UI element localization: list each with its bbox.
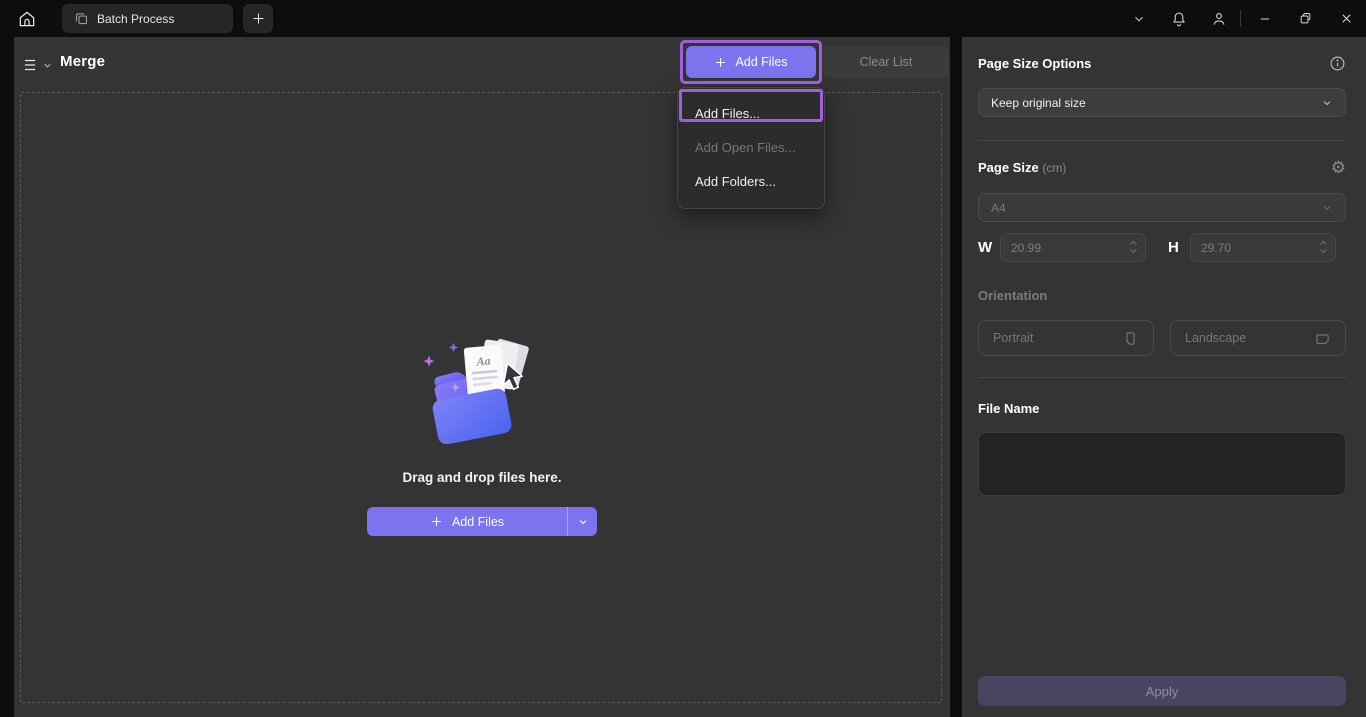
menu-item-add-open-files: Add Open Files...: [695, 139, 796, 155]
file-name-title: File Name: [978, 401, 1040, 416]
page-size-title: Page Size (cm): [978, 160, 1067, 175]
landscape-label: Landscape: [1185, 331, 1247, 345]
dropzone-content: Aa Drag and drop files here. Add Files: [21, 338, 943, 536]
height-label: H: [1168, 239, 1179, 256]
chevron-down-icon: [577, 516, 589, 528]
chevron-down-icon: [1132, 12, 1146, 26]
app-window: Batch Process Merge Add Files Clear List…: [0, 0, 1366, 717]
titlebar: Batch Process: [0, 0, 1366, 37]
page-title: Merge: [60, 53, 106, 70]
landscape-button: Landscape: [1170, 320, 1346, 356]
folder-files-illustration: Aa: [423, 338, 541, 444]
add-files-button-label: Add Files: [735, 55, 788, 69]
clear-list-button[interactable]: Clear List: [823, 46, 949, 78]
page-size-unit: (cm): [1042, 161, 1067, 175]
portrait-page-icon: [1122, 330, 1139, 347]
plus-icon: [714, 56, 727, 69]
apply-button-label: Apply: [1145, 683, 1179, 699]
dropzone-hint: Drag and drop files here.: [402, 470, 562, 485]
height-input: [1190, 233, 1336, 262]
plus-icon: [251, 11, 266, 26]
orientation-title: Orientation: [978, 288, 1048, 303]
chevron-down-icon: [1321, 202, 1333, 214]
notifications-button[interactable]: [1160, 0, 1198, 37]
landscape-page-icon: [1314, 330, 1331, 347]
close-icon: [1339, 11, 1354, 26]
restore-icon: [1298, 11, 1313, 26]
gear-icon: ⚙: [1330, 158, 1346, 177]
home-button[interactable]: [10, 3, 44, 34]
divider: [978, 377, 1346, 378]
chevron-down-icon: [1321, 97, 1333, 109]
person-icon: [1210, 10, 1228, 28]
account-button[interactable]: [1200, 0, 1238, 37]
svg-text:Aa: Aa: [475, 354, 491, 368]
bell-icon: [1170, 10, 1188, 28]
add-files-button[interactable]: Add Files: [686, 46, 816, 78]
new-tab-button[interactable]: [243, 4, 273, 33]
add-files-split-main[interactable]: Add Files: [367, 507, 567, 536]
page-size-options-title: Page Size Options: [978, 56, 1092, 71]
page-size-options-value: Keep original size: [991, 95, 1086, 110]
tab-title: Batch Process: [97, 11, 175, 26]
chevron-down-icon: [42, 60, 53, 71]
portrait-button: Portrait: [978, 320, 1154, 356]
height-stepper: [1319, 240, 1328, 254]
portrait-label: Portrait: [993, 331, 1034, 345]
restore-button[interactable]: [1286, 0, 1324, 37]
width-stepper: [1129, 240, 1138, 254]
batch-icon: [74, 11, 89, 26]
page-size-preset-value: A4: [991, 200, 1006, 215]
add-files-menu: Add Files... Add Open Files... Add Folde…: [677, 87, 825, 209]
divider: [978, 140, 1346, 141]
add-files-split-button[interactable]: Add Files: [367, 507, 597, 536]
info-icon[interactable]: [1329, 55, 1346, 72]
file-name-input[interactable]: [978, 432, 1346, 496]
add-files-split-arrow[interactable]: [567, 507, 597, 536]
close-button[interactable]: [1326, 0, 1366, 37]
titlebar-dropdown-button[interactable]: [1120, 0, 1158, 37]
titlebar-separator: [1240, 10, 1241, 27]
home-icon: [17, 9, 37, 29]
menu-item-add-folders[interactable]: Add Folders...: [678, 164, 824, 198]
page-size-options-select[interactable]: Keep original size: [978, 88, 1346, 117]
clear-list-button-label: Clear List: [859, 55, 913, 69]
page-size-preset-select: A4: [978, 193, 1346, 222]
menu-item-add-files[interactable]: Add Files...: [678, 96, 824, 130]
width-label: W: [978, 239, 993, 256]
width-input: [1000, 233, 1146, 262]
settings-panel: Page Size Options Keep original size Pag…: [962, 37, 1366, 717]
minimize-button[interactable]: [1246, 0, 1284, 37]
apply-button: Apply: [978, 676, 1346, 706]
minimize-icon: [1258, 12, 1272, 26]
main-panel: Merge Add Files Clear List Aa Drag and d…: [14, 37, 950, 717]
add-files-split-label: Add Files: [451, 514, 505, 529]
tab-batch-process[interactable]: Batch Process: [62, 4, 233, 33]
hamburger-icon: [22, 58, 38, 72]
plus-icon: [430, 515, 443, 528]
merge-menu-toggle[interactable]: [22, 53, 62, 77]
